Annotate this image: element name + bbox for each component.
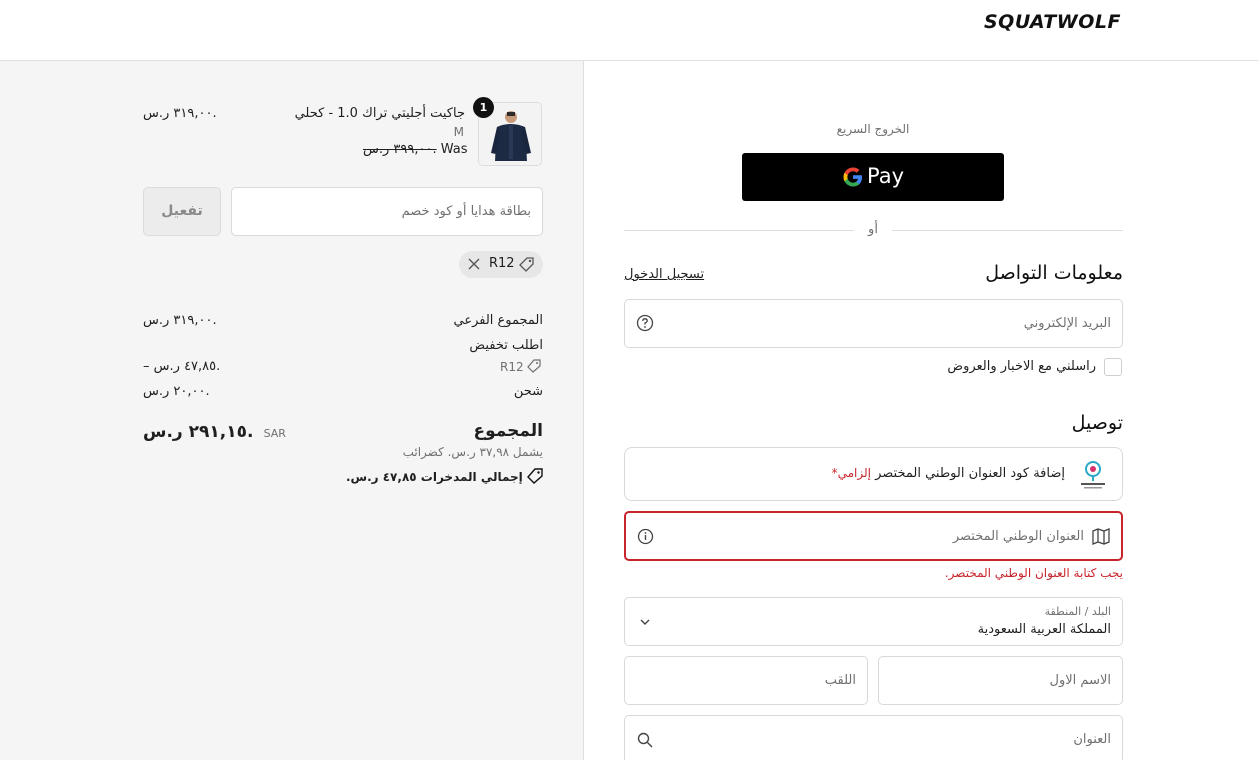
was-label: Was <box>440 142 468 157</box>
country-label: البلد / المنطقة <box>1044 605 1111 618</box>
savings-label: إجمالي المدخرات <box>420 470 523 484</box>
total-savings-row: إجمالي المدخرات ٤٧,٨٥ ر.س. <box>346 468 543 484</box>
national-address-banner[interactable]: إضافة كود العنوان الوطني المختصر إلزامي* <box>624 447 1123 501</box>
help-icon[interactable] <box>636 314 654 332</box>
subtotal-value: ٣١٩,٠٠ ر.س. <box>143 313 217 328</box>
newsletter-checkbox[interactable] <box>1104 358 1122 376</box>
total-label: المجموع <box>473 421 543 441</box>
first-name-field[interactable]: الاسم الاول <box>878 656 1123 705</box>
delivery-title: توصيل <box>1071 412 1123 434</box>
order-discount-code-row: R12 <box>500 359 542 374</box>
squatwolf-logo[interactable]: SQUATWOLF <box>984 11 1121 33</box>
last-name-field[interactable]: اللقب <box>624 656 868 705</box>
last-name-placeholder: اللقب <box>824 673 856 688</box>
taxes-note: يشمل ٣٧,٩٨ ر.س. كضرائب <box>402 445 543 459</box>
remove-discount-icon[interactable] <box>467 256 481 272</box>
info-icon[interactable] <box>637 528 654 545</box>
address-placeholder: العنوان <box>1073 732 1111 747</box>
google-pay-button[interactable]: Pay <box>742 153 1004 201</box>
country-value: المملكة العربية السعودية <box>977 622 1111 637</box>
order-discount-label: اطلب تخفيض <box>469 338 543 353</box>
newsletter-label: راسلني مع الاخبار والعروض <box>947 359 1096 374</box>
national-address-text: إضافة كود العنوان الوطني المختصر <box>875 466 1065 481</box>
short-address-field[interactable]: العنوان الوطني المختصر <box>624 511 1123 561</box>
shipping-label: شحن <box>513 384 543 399</box>
divider-right <box>892 230 1123 231</box>
total-currency: SAR <box>263 427 286 440</box>
divider-left <box>624 230 854 231</box>
was-price: ٣٩٩,٠٠ ر.س. <box>363 142 437 157</box>
order-discount-value: – ٤٧,٨٥ ر.س. <box>143 359 221 374</box>
savings-value: ٤٧,٨٥ ر.س. <box>345 470 417 484</box>
contact-title: معلومات التواصل <box>985 262 1123 284</box>
discount-code-input[interactable]: بطاقة هدايا أو كود خصم <box>231 187 543 236</box>
chevron-down-icon <box>638 615 652 629</box>
search-icon <box>637 732 653 748</box>
short-address-placeholder: العنوان الوطني المختصر <box>952 529 1084 544</box>
country-select[interactable]: البلد / المنطقة المملكة العربية السعودية <box>624 597 1123 646</box>
map-icon <box>1092 528 1110 545</box>
discount-placeholder: بطاقة هدايا أو كود خصم <box>401 204 531 219</box>
total-value: ٢٩١,١٥ ر.س. <box>143 422 254 442</box>
item-price: ٣١٩,٠٠ ر.س. <box>143 106 217 121</box>
total-row: ٢٩١,١٥ ر.س. SAR <box>143 422 286 442</box>
google-g-icon <box>842 166 864 188</box>
apply-discount-button[interactable]: تفعيل <box>143 187 221 236</box>
applied-discount-chip: R12 <box>459 251 543 278</box>
express-checkout-label: الخروج السريع <box>836 122 910 136</box>
national-address-logo-icon <box>1076 458 1110 492</box>
gpay-label: Pay <box>867 164 905 188</box>
required-label: إلزامي* <box>831 466 871 480</box>
subtotal-label: المجموع الفرعي <box>453 313 543 328</box>
national-address-row: إضافة كود العنوان الوطني المختصر إلزامي* <box>815 466 1065 481</box>
product-name: جاكيت أجليتي تراك 1.0 - كحلي <box>294 106 465 121</box>
order-discount-code: R12 <box>500 360 524 374</box>
short-address-error: يجب كتابة العنوان الوطني المختصر. <box>944 566 1123 580</box>
header: SQUATWOLF <box>0 0 1259 61</box>
email-placeholder: البريد الإلكتروني <box>1023 316 1111 331</box>
savings-tag-icon <box>527 468 543 484</box>
email-field[interactable]: البريد الإلكتروني <box>624 299 1123 348</box>
first-name-placeholder: الاسم الاول <box>1049 673 1111 688</box>
applied-code: R12 <box>489 256 515 271</box>
quantity-badge: 1 <box>473 97 494 118</box>
login-link[interactable]: تسجيل الدخول <box>624 267 704 282</box>
or-label: أو <box>868 222 878 237</box>
address-field[interactable]: العنوان <box>624 715 1123 760</box>
discount-tag-icon <box>527 359 542 373</box>
product-variant: M <box>453 125 464 139</box>
shipping-value: ٢٠,٠٠ ر.س. <box>143 384 210 399</box>
was-price-row: ٣٩٩,٠٠ ر.س. Was <box>363 142 468 157</box>
tag-icon <box>518 256 535 273</box>
